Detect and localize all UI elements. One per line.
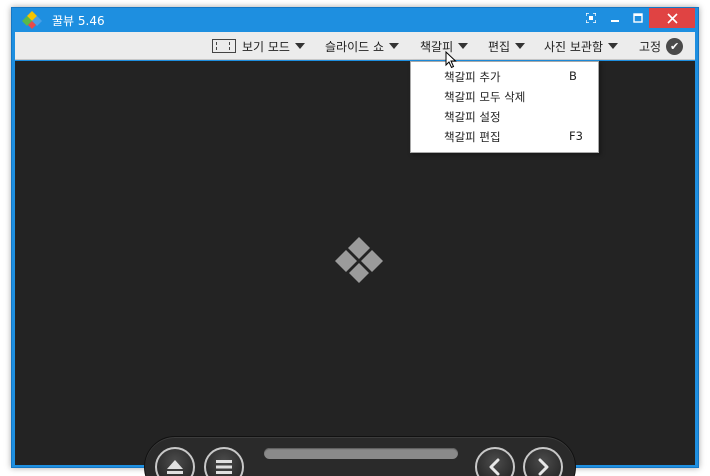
caret-down-icon — [608, 43, 619, 49]
menu-photo-storage[interactable]: 사진 보관함 — [544, 32, 619, 60]
bookmark-dropdown-menu: 책갈피 추가 B 책갈피 모두 삭제 책갈피 설정 책갈피 편집 F3 — [410, 61, 599, 153]
caret-down-icon — [515, 43, 526, 49]
menu-bar: 보기 모드 슬라이드 쇼 책갈피 편집 사진 보관함 고정 ✔ — [15, 32, 695, 60]
title-bar[interactable]: 꿀뷰 5.46 — [12, 8, 698, 32]
menu-slideshow-label: 슬라이드 쇼 — [325, 39, 385, 54]
menu-edit[interactable]: 편집 — [488, 32, 526, 60]
dropdown-item-add-bookmark[interactable]: 책갈피 추가 B — [411, 66, 598, 86]
chevron-right-icon — [538, 458, 549, 476]
dropdown-item-label: 책갈피 설정 — [444, 110, 501, 124]
dropdown-item-delete-all-bookmarks[interactable]: 책갈피 모두 삭제 — [411, 86, 598, 106]
placeholder-logo-icon — [335, 237, 383, 283]
menu-pin[interactable]: 고정 ✔ — [639, 32, 684, 60]
caret-down-icon — [458, 43, 469, 49]
eject-button[interactable] — [155, 447, 195, 476]
menu-pin-label: 고정 — [639, 39, 662, 54]
dropdown-item-label: 책갈피 추가 — [444, 70, 501, 84]
dropdown-item-bookmark-settings[interactable]: 책갈피 설정 — [411, 106, 598, 126]
dropdown-item-label: 책갈피 편집 — [444, 130, 501, 144]
dropdown-item-shortcut: F3 — [569, 129, 583, 143]
next-button[interactable] — [523, 447, 563, 476]
control-bar: + − ↶ ↷ 고정 ✔ — [144, 436, 576, 476]
previous-button[interactable] — [475, 447, 515, 476]
check-circle-icon: ✔ — [666, 37, 684, 55]
eject-icon — [167, 460, 183, 474]
fullscreen-icon — [586, 13, 596, 23]
fullscreen-button[interactable] — [579, 8, 603, 28]
caret-down-icon — [389, 43, 400, 49]
dropdown-item-shortcut: B — [569, 69, 577, 83]
list-button[interactable] — [204, 447, 244, 476]
caret-down-icon — [294, 43, 305, 49]
list-icon — [216, 460, 232, 474]
progress-slider[interactable] — [264, 448, 458, 459]
app-logo-icon — [22, 11, 42, 29]
minimize-button[interactable] — [603, 8, 627, 28]
menu-photo-storage-label: 사진 보관함 — [544, 39, 604, 54]
dropdown-item-edit-bookmarks[interactable]: 책갈피 편집 F3 — [411, 126, 598, 146]
view-mode-icon — [212, 39, 236, 53]
close-icon — [666, 12, 678, 24]
minimize-icon — [611, 20, 619, 22]
maximize-button[interactable] — [626, 8, 650, 28]
close-button[interactable] — [649, 8, 695, 28]
menu-slideshow[interactable]: 슬라이드 쇼 — [325, 32, 400, 60]
app-window: 꿀뷰 5.46 보기 모드 슬라이드 쇼 책갈피 편집 사진 보관함 고정 ✔ … — [11, 7, 699, 476]
window-title: 꿀뷰 5.46 — [52, 14, 105, 28]
mouse-cursor-icon — [445, 51, 457, 69]
maximize-icon — [633, 13, 643, 23]
chevron-left-icon — [489, 458, 500, 476]
menu-view-mode-label: 보기 모드 — [242, 39, 290, 54]
menu-view-mode[interactable]: 보기 모드 — [212, 32, 305, 60]
menu-edit-label: 편집 — [488, 39, 511, 54]
dropdown-item-label: 책갈피 모두 삭제 — [444, 90, 526, 104]
